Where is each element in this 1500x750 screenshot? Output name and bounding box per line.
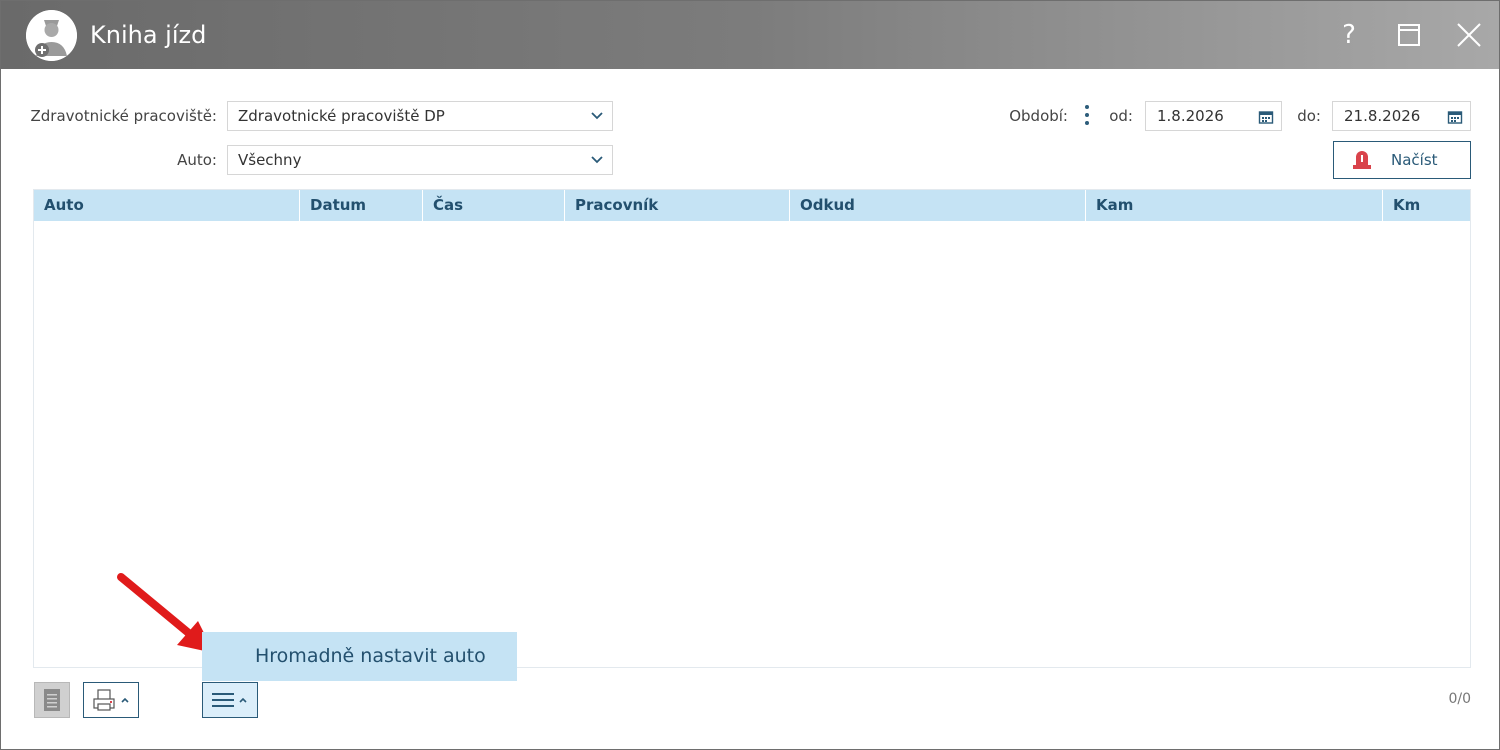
from-date-value: 1.8.2026 <box>1157 107 1224 125</box>
chevron-up-icon <box>121 697 129 703</box>
table-header: Auto Datum Čas Pracovník Odkud Kam Km <box>34 190 1470 221</box>
column-header-datum[interactable]: Datum <box>300 190 423 221</box>
close-icon <box>1457 23 1481 47</box>
printer-icon <box>93 689 115 711</box>
load-button-label: Načíst <box>1391 151 1438 169</box>
title-bar[interactable]: Kniha jízd ? <box>1 1 1499 69</box>
chevron-down-icon <box>591 156 603 164</box>
workplace-value: Zdravotnické pracoviště DP <box>238 107 445 125</box>
workplace-select[interactable]: Zdravotnické pracoviště DP <box>227 101 613 131</box>
to-date-input[interactable]: 21.8.2026 <box>1332 101 1471 131</box>
period-label: Období: <box>1009 107 1068 125</box>
from-date-input[interactable]: 1.8.2026 <box>1145 101 1282 131</box>
column-header-auto[interactable]: Auto <box>34 190 300 221</box>
car-value: Všechny <box>238 151 302 169</box>
to-label: do: <box>1297 107 1321 125</box>
menu-button[interactable] <box>202 682 258 718</box>
column-header-km[interactable]: Km <box>1383 190 1470 221</box>
from-label: od: <box>1109 107 1133 125</box>
load-button[interactable]: Načíst <box>1333 141 1471 179</box>
chevron-down-icon <box>591 112 603 120</box>
period-options-icon[interactable] <box>1082 105 1092 127</box>
workplace-label: Zdravotnické pracoviště: <box>30 107 218 125</box>
to-date-value: 21.8.2026 <box>1344 107 1421 125</box>
column-header-cas[interactable]: Čas <box>423 190 565 221</box>
print-button[interactable] <box>83 682 139 718</box>
car-label: Auto: <box>177 151 217 169</box>
column-header-pracovnik[interactable]: Pracovník <box>565 190 790 221</box>
calendar-icon[interactable] <box>1447 109 1463 125</box>
record-count: 0/0 <box>1448 691 1471 707</box>
window-title: Kniha jízd <box>90 21 207 49</box>
nurse-avatar-icon <box>26 10 77 61</box>
chevron-up-icon <box>239 697 247 703</box>
car-select[interactable]: Všechny <box>227 145 613 175</box>
document-button[interactable] <box>34 682 70 718</box>
help-button[interactable]: ? <box>1329 15 1369 55</box>
kniha-jizd-window: Kniha jízd ? Zdravotnické pracoviště: Zd… <box>0 0 1500 750</box>
column-header-odkud[interactable]: Odkud <box>790 190 1086 221</box>
hamburger-menu-icon <box>212 693 234 707</box>
maximize-icon <box>1398 24 1420 46</box>
popup-menu-item-set-car[interactable]: Hromadně nastavit auto <box>202 632 517 681</box>
calendar-icon[interactable] <box>1258 109 1274 125</box>
trips-table[interactable]: Auto Datum Čas Pracovník Odkud Kam Km <box>33 189 1471 668</box>
maximize-button[interactable] <box>1389 15 1429 55</box>
siren-icon <box>1353 151 1371 169</box>
column-header-kam[interactable]: Kam <box>1086 190 1383 221</box>
document-icon <box>44 689 60 711</box>
close-button[interactable] <box>1449 15 1489 55</box>
